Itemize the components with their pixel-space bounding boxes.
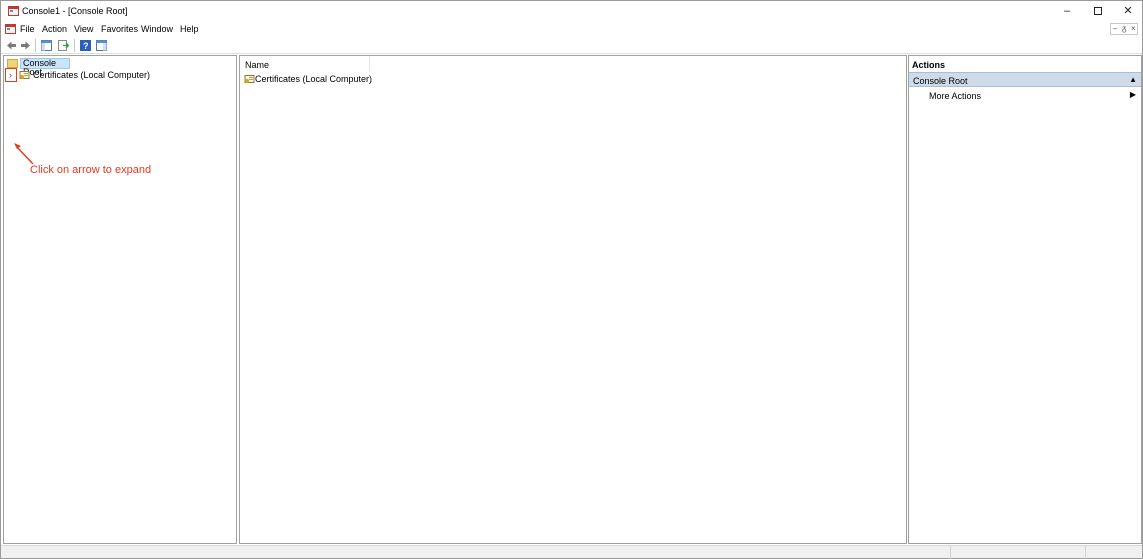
list-item[interactable]: Certificates (Local Computer) [255, 74, 372, 84]
expand-arrow-button[interactable]: › [5, 68, 17, 82]
toolbar: ? [1, 37, 1142, 54]
toolbar-separator [74, 39, 75, 52]
column-header-name[interactable]: Name [240, 56, 370, 71]
mdi-restore-button[interactable]: ᵹ [1122, 24, 1126, 33]
actions-section-label: Console Root [913, 76, 968, 86]
mmc-system-menu-icon[interactable] [5, 24, 16, 34]
certificate-snapin-icon [19, 71, 30, 79]
actions-pane: Actions Console Root ▲ More Actions ▶ [908, 55, 1142, 544]
close-button[interactable]: ✕ [1112, 1, 1143, 22]
status-separator [1085, 546, 1086, 559]
mmc-app-icon [8, 6, 19, 16]
actions-section-console-root[interactable]: Console Root ▲ [909, 72, 1141, 87]
certificate-snapin-icon [244, 75, 255, 83]
menu-action[interactable]: Action [42, 24, 67, 34]
maximize-button[interactable] [1082, 1, 1114, 22]
actions-title: Actions [912, 60, 946, 70]
folder-icon [7, 59, 18, 68]
menu-view[interactable]: View [74, 24, 93, 34]
annotation-label: Click on arrow to expand [30, 164, 152, 176]
collapse-triangle-icon[interactable]: ▲ [1129, 75, 1137, 84]
show-hide-tree-icon[interactable] [41, 40, 52, 51]
maximize-icon [1094, 7, 1102, 15]
submenu-arrow-icon: ▶ [1129, 90, 1136, 99]
window-title: Console1 - [Console Root] [22, 6, 128, 16]
help-icon[interactable]: ? [80, 40, 91, 51]
tree-item-label: Console Root [20, 58, 70, 77]
column-header-label: Name [245, 60, 270, 70]
menu-window[interactable]: Window [141, 24, 173, 34]
mdi-close-button[interactable]: × [1131, 24, 1136, 33]
svg-text:?: ? [83, 41, 89, 51]
menu-bar: File Action View Favorites Window Help –… [1, 22, 1142, 37]
menu-favorites[interactable]: Favorites [101, 24, 138, 34]
annotation-arrow-icon [14, 143, 34, 165]
forward-arrow-icon[interactable] [20, 40, 31, 51]
chevron-right-icon: › [9, 70, 12, 80]
menu-help[interactable]: Help [180, 24, 199, 34]
export-list-icon[interactable] [58, 40, 69, 51]
minimize-button[interactable]: – [1051, 1, 1083, 22]
actions-header: Actions [909, 56, 1141, 70]
results-pane[interactable]: Name Certificates (Local Computer) [239, 55, 907, 544]
show-hide-action-pane-icon[interactable] [96, 40, 107, 51]
more-actions-item[interactable]: More Actions [929, 91, 981, 101]
toolbar-separator [35, 39, 36, 52]
back-arrow-icon[interactable] [6, 40, 17, 51]
mdi-child-controls: – ᵹ × [1110, 23, 1138, 35]
mdi-minimize-button[interactable]: – [1113, 24, 1117, 33]
mmc-console-window: Console1 - [Console Root] – ✕ File Actio… [0, 0, 1143, 559]
title-bar[interactable]: Console1 - [Console Root] – ✕ [1, 1, 1142, 22]
status-bar [1, 545, 1142, 559]
menu-file[interactable]: File [20, 24, 35, 34]
tree-item-certificates[interactable]: Certificates (Local Computer) [33, 70, 150, 80]
status-separator [950, 546, 951, 559]
console-tree-pane[interactable]: Console Root › Certificates (Local Compu… [3, 55, 237, 544]
